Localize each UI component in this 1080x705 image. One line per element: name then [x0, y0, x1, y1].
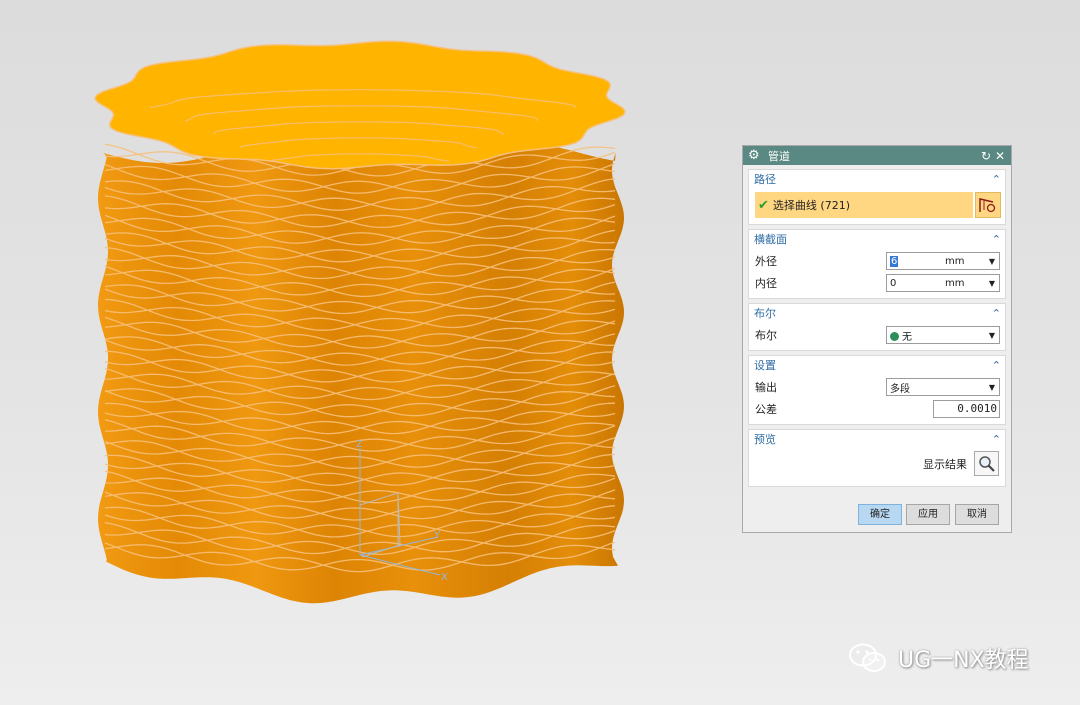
- curve-select-bar: ✔ 选择曲线 (721): [755, 192, 1001, 218]
- select-curve-field[interactable]: ✔ 选择曲线 (721): [755, 192, 973, 218]
- settings-section-header[interactable]: 设置 ⌃: [749, 356, 1005, 376]
- cross-section-header[interactable]: 横截面 ⌃: [749, 230, 1005, 250]
- collapse-caret-icon[interactable]: ⌃: [992, 230, 1001, 250]
- cancel-button[interactable]: 取消: [955, 504, 999, 525]
- dropdown-arrow-icon[interactable]: ▼: [985, 279, 999, 288]
- ok-button[interactable]: 确定: [858, 504, 902, 525]
- curve-rule-button[interactable]: [975, 192, 1001, 218]
- watermark: UG一NX教程: [848, 638, 1058, 678]
- axis-z-label: Z: [356, 440, 362, 450]
- tolerance-input[interactable]: 0.0010: [933, 400, 1000, 418]
- settings-section: 设置 ⌃ 输出 多段 ▼ 公差 0.0010: [748, 355, 1006, 425]
- outer-diameter-value[interactable]: 6: [890, 255, 899, 267]
- boolean-none-icon: [890, 331, 899, 341]
- collapse-caret-icon[interactable]: ⌃: [992, 170, 1001, 190]
- inner-diameter-field[interactable]: 0 mm ▼: [886, 274, 1000, 292]
- boolean-section-header[interactable]: 布尔 ⌃: [749, 304, 1005, 324]
- show-result-button[interactable]: [974, 451, 999, 476]
- preview-section: 预览 ⌃ 显示结果: [748, 429, 1006, 487]
- boolean-section-title: 布尔: [754, 307, 776, 320]
- curve-icon: [979, 198, 996, 213]
- boolean-row: 布尔 无 ▼: [749, 324, 1005, 346]
- dropdown-arrow-icon[interactable]: ▼: [985, 383, 999, 392]
- magnifier-icon: [978, 455, 995, 472]
- tolerance-row: 公差 0.0010: [749, 398, 1005, 420]
- path-section-title: 路径: [754, 173, 776, 186]
- output-value: 多段: [890, 383, 910, 395]
- dropdown-arrow-icon[interactable]: ▼: [985, 331, 999, 340]
- dropdown-arrow-icon[interactable]: ▼: [985, 257, 999, 266]
- boolean-select[interactable]: 无 ▼: [886, 326, 1000, 344]
- pipe-body: [98, 143, 624, 604]
- select-curve-label: 选择曲线 (721): [772, 199, 850, 212]
- apply-button[interactable]: 应用: [906, 504, 950, 525]
- tube-dialog: ⚙ 管道 ↻ ✕ 路径 ⌃ ✔ 选择曲线 (721) 横截面 ⌃ 外径 6 mm…: [742, 145, 1012, 533]
- show-result-row: 显示结果: [749, 450, 1005, 478]
- inner-diameter-unit[interactable]: mm: [945, 278, 985, 289]
- watermark-text: UG一NX教程: [898, 648, 1029, 673]
- wechat-icon: [849, 643, 886, 672]
- outer-diameter-unit[interactable]: mm: [945, 256, 985, 267]
- dialog-title: 管道: [768, 149, 790, 163]
- dialog-titlebar: ⚙ 管道 ↻ ✕: [743, 146, 1011, 165]
- inner-diameter-value[interactable]: 0: [887, 278, 945, 289]
- output-row: 输出 多段 ▼: [749, 376, 1005, 398]
- close-icon[interactable]: ✕: [993, 149, 1007, 163]
- settings-section-title: 设置: [754, 359, 776, 372]
- boolean-value: 无: [902, 331, 912, 343]
- dialog-button-bar: 确定 应用 取消: [743, 504, 1011, 526]
- axis-y-label: Y: [433, 530, 441, 541]
- outer-diameter-row: 外径 6 mm ▼: [749, 250, 1005, 272]
- reset-icon[interactable]: ↻: [979, 149, 993, 163]
- outer-diameter-field[interactable]: 6 mm ▼: [886, 252, 1000, 270]
- gear-icon[interactable]: ⚙: [748, 146, 762, 165]
- preview-section-header[interactable]: 预览 ⌃: [749, 430, 1005, 450]
- axis-x-label: X: [441, 572, 448, 583]
- collapse-caret-icon[interactable]: ⌃: [992, 430, 1001, 450]
- collapse-caret-icon[interactable]: ⌃: [992, 304, 1001, 324]
- cross-section-section: 横截面 ⌃ 外径 6 mm ▼ 内径 0 mm ▼: [748, 229, 1006, 299]
- checkmark-icon: ✔: [758, 197, 769, 213]
- show-result-label: 显示结果: [923, 458, 967, 471]
- preview-section-title: 预览: [754, 433, 776, 446]
- output-select[interactable]: 多段 ▼: [886, 378, 1000, 396]
- inner-diameter-row: 内径 0 mm ▼: [749, 272, 1005, 294]
- path-section-header[interactable]: 路径 ⌃: [749, 170, 1005, 190]
- collapse-caret-icon[interactable]: ⌃: [992, 356, 1001, 376]
- boolean-section: 布尔 ⌃ 布尔 无 ▼: [748, 303, 1006, 351]
- path-section: 路径 ⌃ ✔ 选择曲线 (721): [748, 169, 1006, 225]
- cross-section-title: 横截面: [754, 233, 787, 246]
